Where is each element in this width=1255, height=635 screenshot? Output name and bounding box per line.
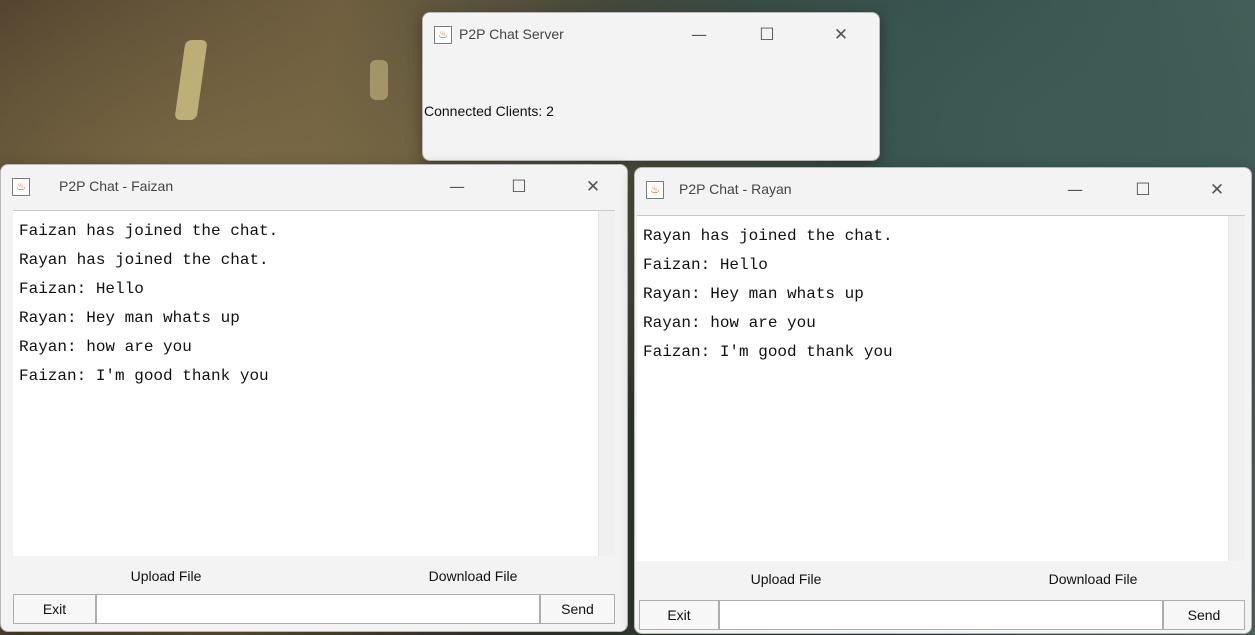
download-file-button[interactable]: Download File: [1033, 571, 1153, 587]
chat-message: Faizan: Hello: [643, 256, 768, 274]
minimize-button[interactable]: —: [679, 21, 719, 49]
java-app-icon: ♨: [12, 178, 30, 196]
chat-message: Rayan has joined the chat.: [643, 227, 893, 245]
chat-scrollbar[interactable]: [598, 211, 615, 556]
java-app-icon: ♨: [646, 181, 664, 199]
close-button[interactable]: ✕: [1197, 176, 1237, 204]
chat-message: Faizan: Hello: [19, 280, 144, 298]
server-titlebar[interactable]: ♨ P2P Chat Server — ☐ ✕: [423, 13, 879, 57]
upload-file-button[interactable]: Upload File: [111, 568, 221, 584]
send-button[interactable]: Send: [540, 594, 615, 624]
chat-log[interactable]: Rayan has joined the chat. Faizan: Hello R…: [637, 215, 1245, 561]
chat-scrollbar[interactable]: [1228, 216, 1245, 561]
chat-log[interactable]: Faizan has joined the chat. Rayan has joi…: [13, 210, 615, 556]
chat-message: Rayan: Hey man whats up: [643, 285, 864, 303]
rayan-titlebar[interactable]: ♨ P2P Chat - Rayan — ☐ ✕: [635, 168, 1251, 212]
close-button[interactable]: ✕: [573, 173, 613, 201]
chat-message: Faizan: I'm good thank you: [643, 343, 893, 361]
maximize-button[interactable]: ☐: [499, 173, 539, 201]
maximize-button[interactable]: ☐: [1123, 176, 1163, 204]
send-button[interactable]: Send: [1163, 600, 1245, 630]
message-input[interactable]: [719, 600, 1163, 630]
wallpaper-highlight: [370, 60, 388, 100]
chat-window-rayan: ♨ P2P Chat - Rayan — ☐ ✕ Rayan has joine…: [634, 167, 1252, 634]
chat-message: Faizan has joined the chat.: [19, 222, 279, 240]
java-app-icon: ♨: [434, 26, 452, 44]
upload-file-button[interactable]: Upload File: [731, 571, 841, 587]
exit-button[interactable]: Exit: [639, 600, 719, 630]
faizan-titlebar[interactable]: ♨ P2P Chat - Faizan — ☐ ✕: [1, 165, 627, 209]
maximize-button[interactable]: ☐: [747, 21, 787, 49]
chat-message: Rayan: how are you: [643, 314, 816, 332]
chat-message: Rayan: how are you: [19, 338, 192, 356]
faizan-window-title: P2P Chat - Faizan: [59, 178, 174, 194]
close-button[interactable]: ✕: [821, 21, 861, 49]
connected-clients-label: Connected Clients: 2: [424, 103, 554, 119]
download-file-button[interactable]: Download File: [413, 568, 533, 584]
rayan-window-title: P2P Chat - Rayan: [679, 181, 792, 197]
server-window: ♨ P2P Chat Server — ☐ ✕ Connected Client…: [422, 12, 880, 161]
chat-message: Rayan: Hey man whats up: [19, 309, 240, 327]
chat-message: Faizan: I'm good thank you: [19, 367, 269, 385]
server-window-title: P2P Chat Server: [459, 26, 564, 42]
wallpaper-highlight: [174, 40, 208, 120]
chat-window-faizan: ♨ P2P Chat - Faizan — ☐ ✕ Faizan has joi…: [0, 164, 628, 632]
minimize-button[interactable]: —: [1055, 176, 1095, 204]
message-input[interactable]: [96, 594, 540, 624]
exit-button[interactable]: Exit: [13, 594, 96, 624]
minimize-button[interactable]: —: [437, 173, 477, 201]
chat-message: Rayan has joined the chat.: [19, 251, 269, 269]
